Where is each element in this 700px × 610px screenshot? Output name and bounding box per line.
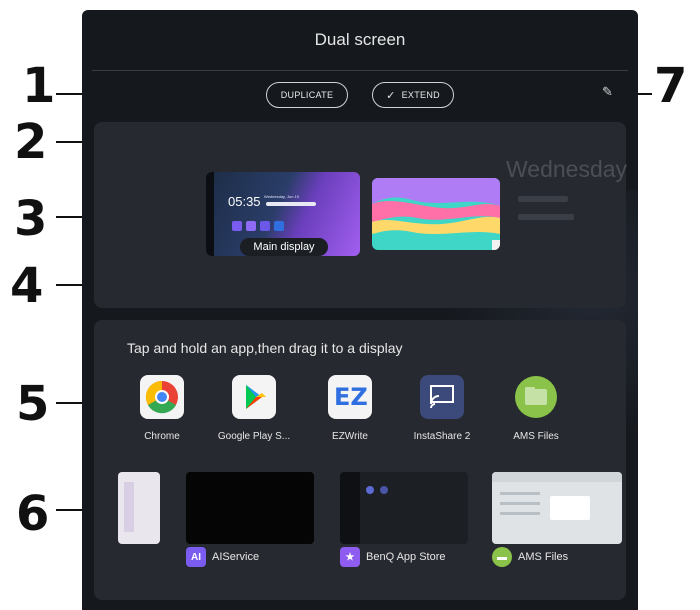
app-label: EZWrite [332, 431, 368, 442]
app-label: AMS Files [513, 431, 559, 442]
recent-label: AMS Files [518, 551, 569, 563]
background-detail-1 [518, 196, 568, 202]
recent-preview-ams-files[interactable] [492, 472, 622, 544]
recent-label-benq-store[interactable]: ★ BenQ App Store [340, 547, 446, 567]
google-play-icon [232, 375, 276, 419]
app-instashare[interactable]: InstaShare 2 [402, 375, 482, 442]
check-icon: ✓ [386, 89, 396, 102]
background-day-text: Wednesday [506, 156, 628, 182]
duplicate-button[interactable]: DUPLICATE [266, 82, 348, 108]
app-tile [274, 221, 284, 231]
callout-4: 4 [10, 258, 44, 314]
app-label: InstaShare 2 [413, 431, 471, 442]
title-divider [92, 70, 628, 71]
app-ams-files[interactable]: AMS Files [496, 375, 576, 442]
ai-icon: AI [186, 547, 206, 567]
recent-preview-partial[interactable] [118, 472, 160, 544]
extend-label: EXTEND [401, 90, 440, 100]
second-display-wallpaper [372, 178, 500, 250]
app-label: Google Play S... [217, 431, 291, 442]
callout-5: 5 [16, 376, 50, 432]
pencil-icon[interactable]: ✎ [602, 84, 613, 100]
duplicate-label: DUPLICATE [280, 90, 334, 100]
recent-preview-benq-store[interactable] [340, 472, 468, 544]
folder-icon [514, 375, 558, 419]
app-tile [232, 221, 242, 231]
recent-label-aiservice[interactable]: AI AIService [186, 547, 259, 567]
main-display-date: Wednesday, Jun 19 [264, 194, 299, 199]
app-label: Chrome [144, 431, 180, 442]
search-bar [266, 202, 316, 206]
recent-label-ams-files[interactable]: ▬ AMS Files [492, 547, 568, 567]
app-tile [246, 221, 256, 231]
recent-preview-aiservice[interactable] [186, 472, 314, 544]
ezwrite-icon: EZ [328, 375, 372, 419]
dual-screen-panel: Dual screen DUPLICATE ✓ EXTEND ✎ Wednesd… [82, 10, 638, 610]
panel-title: Dual screen [314, 30, 406, 49]
extend-button[interactable]: ✓ EXTEND [372, 82, 454, 108]
callout-3: 3 [14, 191, 48, 247]
drag-hint: Tap and hold an app,then drag it to a di… [127, 340, 403, 356]
recent-label: AIService [212, 551, 260, 563]
app-ezwrite[interactable]: EZ EZWrite [310, 375, 390, 442]
recent-label: BenQ App Store [366, 551, 446, 563]
callout-6: 6 [16, 486, 50, 542]
main-display-label: Main display [240, 238, 328, 256]
callout-1: 1 [22, 58, 56, 114]
callout-7: 7 [654, 58, 688, 114]
callout-2: 2 [14, 114, 48, 170]
second-display-thumbnail[interactable] [372, 178, 500, 250]
main-display-clock: 05:35 [228, 194, 261, 209]
folder-icon: ▬ [492, 547, 512, 567]
instashare-icon [420, 375, 464, 419]
chrome-icon [140, 375, 184, 419]
app-tile [260, 221, 270, 231]
background-detail-2 [518, 214, 574, 220]
app-google-play[interactable]: Google Play S... [214, 375, 294, 442]
store-icon: ★ [340, 547, 360, 567]
app-chrome[interactable]: Chrome [122, 375, 202, 442]
